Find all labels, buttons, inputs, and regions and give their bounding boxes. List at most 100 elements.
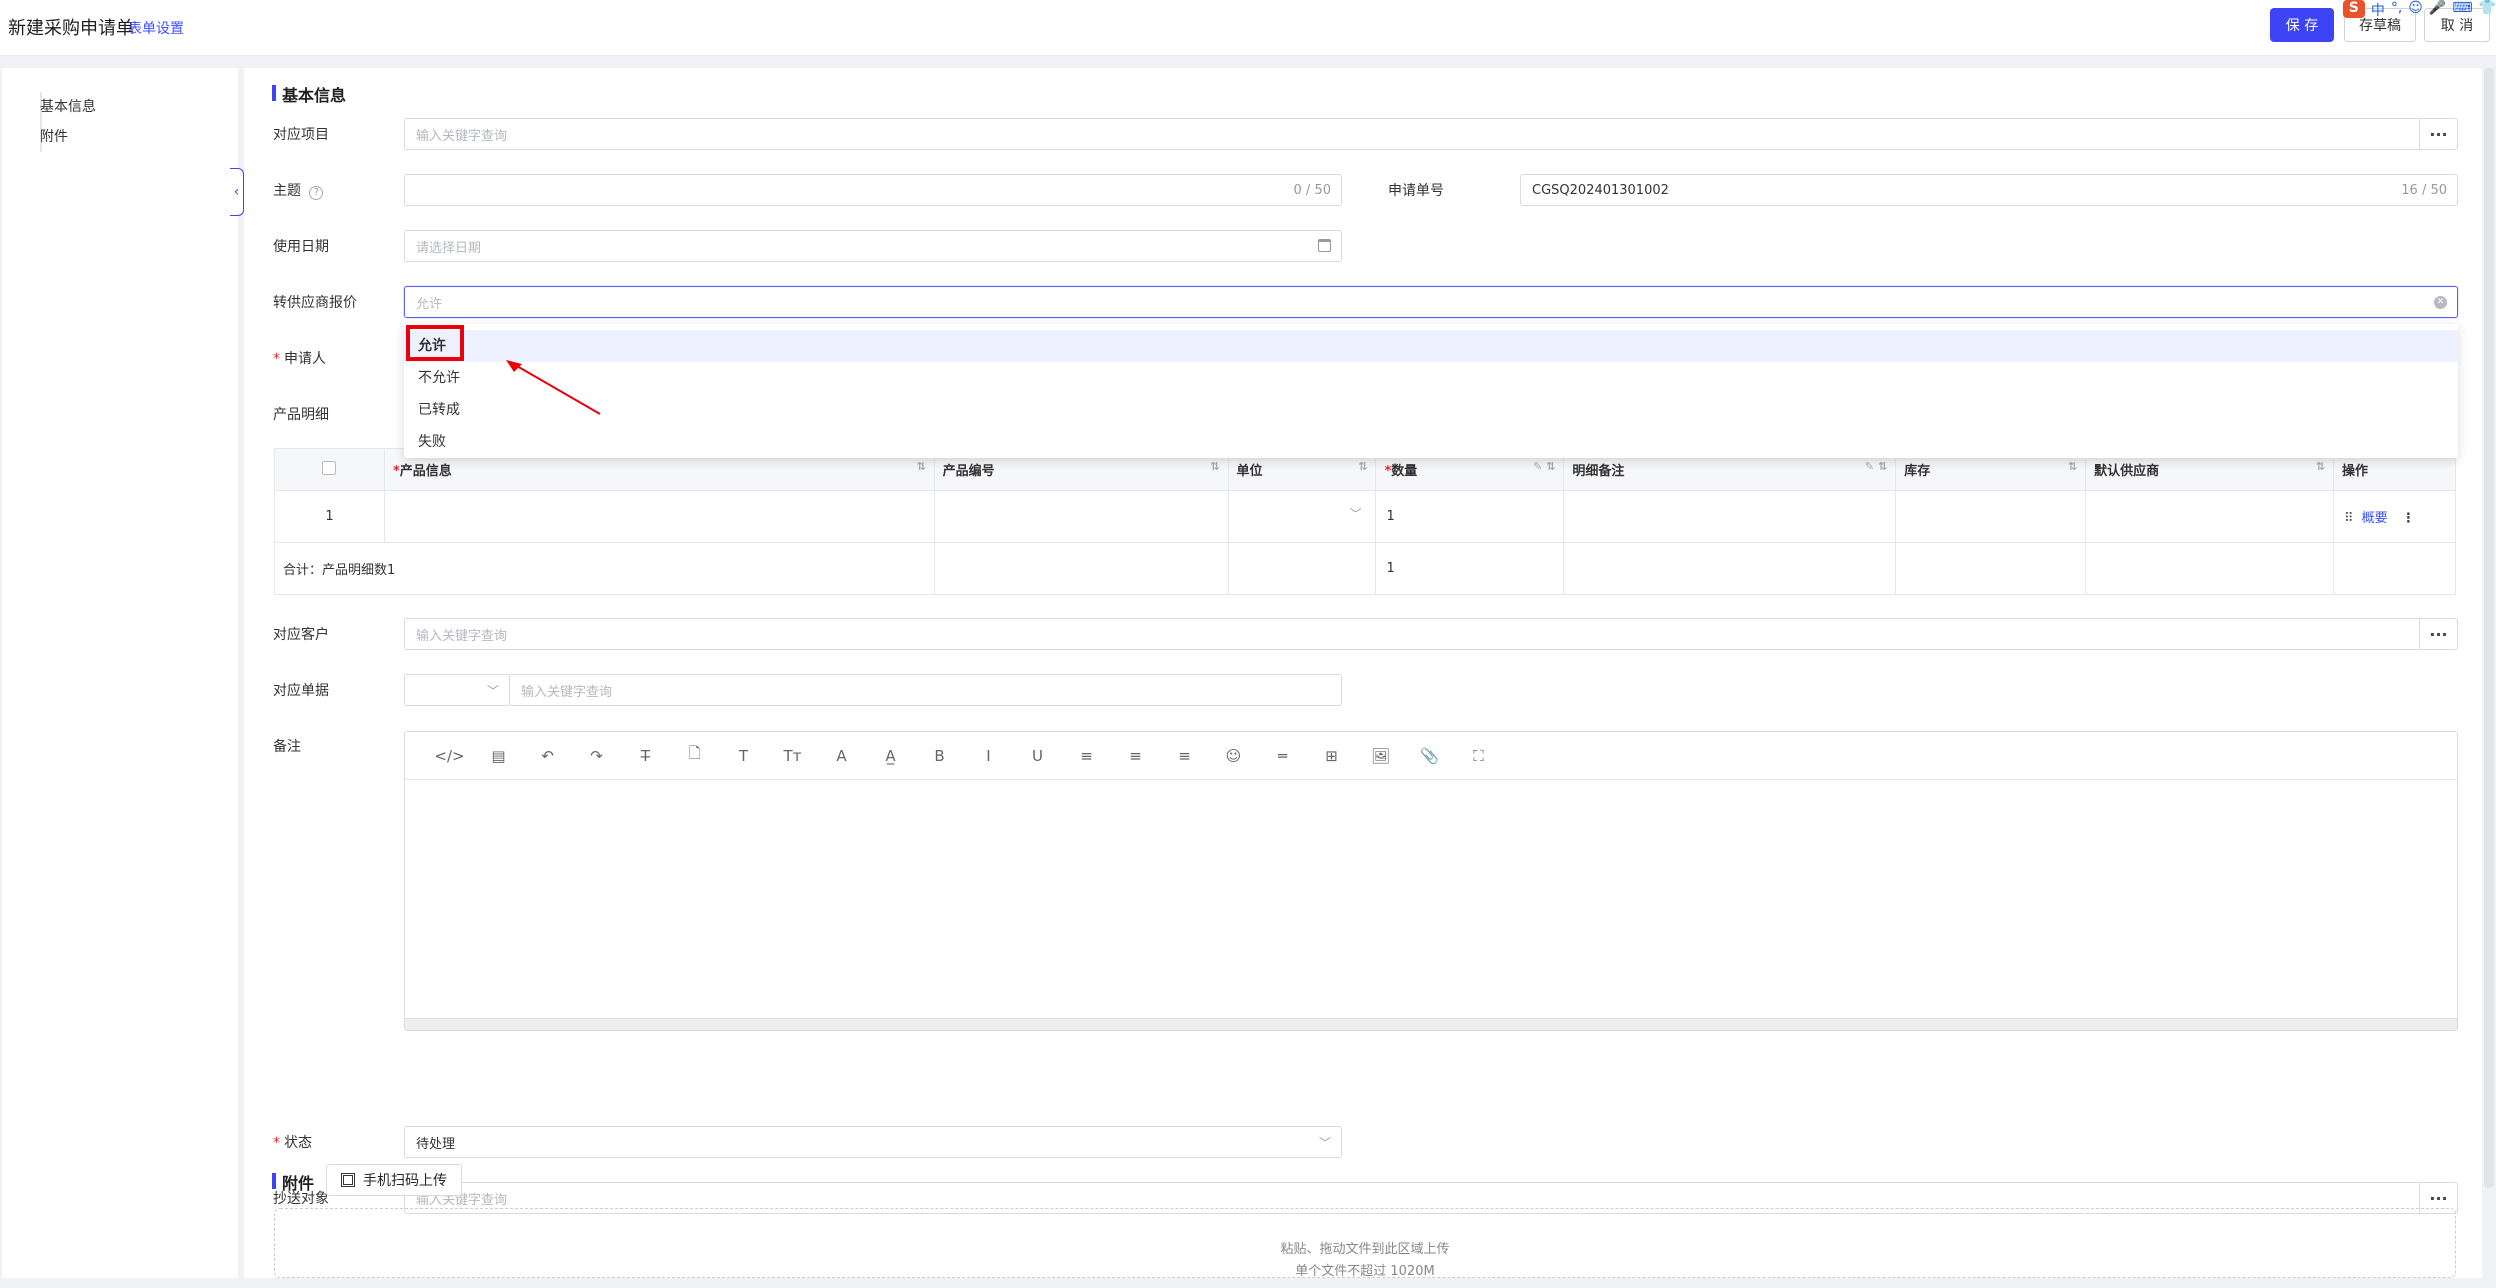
- sort-icon[interactable]: ✎ ⇅: [1865, 460, 1887, 473]
- align-right-icon[interactable]: ≡: [1160, 747, 1209, 765]
- paste-text-icon[interactable]: 🗋: [670, 743, 719, 768]
- sort-icon[interactable]: ⇅: [916, 460, 925, 473]
- status-select[interactable]: 待处理 ﹀: [404, 1126, 1342, 1158]
- background-color-icon[interactable]: A̲: [866, 747, 915, 765]
- align-left-icon[interactable]: ≡: [1062, 747, 1111, 765]
- more-vertical-icon[interactable]: ⋮: [2402, 511, 2415, 526]
- drop-hint-line1: 粘贴、拖动文件到此区域上传: [1280, 1242, 1450, 1257]
- calendar-icon[interactable]: [1318, 239, 1331, 252]
- sort-icon[interactable]: ⇅: [2068, 460, 2077, 473]
- actions-cell: ⠿ 概要 ⋮: [2332, 490, 2457, 543]
- project-input[interactable]: 输入关键字查询 ···: [404, 118, 2458, 150]
- sort-icon[interactable]: ⇅: [1210, 460, 1219, 473]
- scan-upload-label: 手机扫码上传: [363, 1173, 447, 1189]
- document-placeholder: 输入关键字查询: [521, 684, 613, 700]
- col-unit-label: 单位: [1236, 464, 1263, 479]
- project-label: 对应项目: [273, 127, 329, 143]
- project-placeholder: 输入关键字查询: [416, 128, 508, 144]
- select-all-checkbox[interactable]: [322, 460, 337, 475]
- page-scrollbar[interactable]: [2484, 68, 2494, 1188]
- table-footer-row: 合计：产品明细数1 1: [274, 542, 2457, 595]
- drop-hint-line2: 单个文件不超过 1020M: [1295, 1264, 1435, 1279]
- apply-no-input[interactable]: CGSQ202401301002 16 / 50: [1520, 174, 2458, 206]
- remark-rich-editor[interactable]: </> ▤ ↶ ↷ T̶ 🗋 T Tт A A̲ B I U ≡ ≡ ≡ ☺ ═…: [404, 731, 2458, 1031]
- document-input[interactable]: 输入关键字查询: [509, 674, 1342, 706]
- skin-icon[interactable]: 👕: [2479, 0, 2496, 18]
- document-type-select[interactable]: ﹀: [404, 674, 510, 706]
- customer-more-button[interactable]: ···: [2419, 618, 2457, 650]
- template-icon[interactable]: ▤: [474, 747, 523, 765]
- product-info-cell[interactable]: [383, 490, 935, 543]
- apply-no-value: CGSQ202401301002: [1532, 182, 1669, 198]
- collapse-sidebar-icon[interactable]: ‹: [230, 168, 244, 216]
- source-code-icon[interactable]: </>: [425, 747, 474, 765]
- keyboard-icon[interactable]: ⌨: [2452, 0, 2472, 18]
- strikethrough-icon[interactable]: T̶: [621, 747, 670, 765]
- image-icon[interactable]: 🖼: [1356, 747, 1405, 765]
- attachment-icon[interactable]: 📎: [1405, 747, 1454, 765]
- col-stock-label: 库存: [1904, 464, 1931, 479]
- font-size-icon[interactable]: Tт: [768, 747, 817, 765]
- drag-handle-icon[interactable]: ⠿: [2344, 511, 2354, 526]
- fullscreen-icon[interactable]: ⛶: [1454, 747, 1503, 765]
- editor-scrollbar[interactable]: [405, 1018, 2457, 1030]
- sort-icon[interactable]: ✎ ⇅: [1533, 460, 1555, 473]
- project-more-button[interactable]: ···: [2419, 118, 2457, 150]
- remark-label: 备注: [273, 739, 301, 755]
- quantity-cell[interactable]: 1: [1375, 490, 1565, 543]
- mic-icon[interactable]: 🎤: [2429, 0, 2446, 18]
- unit-cell[interactable]: ﹀: [1227, 490, 1377, 543]
- font-icon[interactable]: T: [719, 747, 768, 765]
- punctuation-icon[interactable]: °,: [2391, 0, 2402, 18]
- emoji-icon[interactable]: ☺: [1209, 747, 1258, 765]
- sidebar-item-attachment[interactable]: 附件: [40, 122, 96, 152]
- detail-remark-cell[interactable]: [1563, 490, 1897, 543]
- save-button[interactable]: 保 存: [2270, 8, 2334, 42]
- option-disallow[interactable]: 不允许: [404, 362, 2458, 394]
- option-converted[interactable]: 已转成: [404, 394, 2458, 426]
- chevron-down-icon[interactable]: ﹀: [487, 682, 499, 699]
- products-label: 产品明细: [273, 407, 329, 423]
- emoji-icon[interactable]: ☺: [2408, 0, 2423, 18]
- form-settings-link[interactable]: 表单设置: [128, 18, 184, 38]
- chinese-mode-icon[interactable]: 中: [2371, 0, 2385, 19]
- overview-link[interactable]: 概要: [2362, 511, 2388, 526]
- redo-icon[interactable]: ↷: [572, 747, 621, 765]
- empty-cell: [1895, 542, 2087, 595]
- horizontal-rule-icon[interactable]: ═: [1258, 747, 1307, 765]
- option-allow[interactable]: 允许: [404, 330, 2458, 362]
- align-center-icon[interactable]: ≡: [1111, 747, 1160, 765]
- underline-icon[interactable]: U: [1013, 747, 1062, 765]
- chevron-down-icon[interactable]: ﹀: [1319, 1134, 1331, 1151]
- scan-upload-button[interactable]: 手机扫码上传: [326, 1164, 462, 1196]
- file-drop-zone[interactable]: 粘贴、拖动文件到此区域上传 单个文件不超过 1020M: [274, 1208, 2456, 1279]
- supplier-quote-select[interactable]: 允许 ✕: [404, 286, 2458, 318]
- ime-toolbar[interactable]: S 中 °, ☺ 🎤 ⌨ 👕: [2342, 0, 2496, 19]
- col-product-info-label: 产品信息: [399, 464, 452, 479]
- option-failed[interactable]: 失败: [404, 426, 2458, 458]
- table-icon[interactable]: ⊞: [1307, 747, 1356, 765]
- default-supplier-cell: [2085, 490, 2334, 543]
- status-label: * 状态: [273, 1135, 312, 1151]
- highlight-box: [406, 325, 464, 361]
- subject-char-count: 0 / 50: [1293, 182, 1331, 198]
- italic-icon[interactable]: I: [964, 747, 1013, 765]
- help-icon[interactable]: ?: [309, 186, 324, 200]
- customer-input[interactable]: 输入关键字查询 ···: [404, 618, 2458, 650]
- font-color-icon[interactable]: A: [817, 747, 866, 765]
- empty-cell: [1227, 542, 1377, 595]
- col-detail-remark-label: 明细备注: [1572, 464, 1625, 479]
- sogou-icon[interactable]: S: [2342, 0, 2365, 18]
- clear-icon[interactable]: ✕: [2434, 296, 2447, 309]
- anchor-sidebar: 基本信息 附件 ‹: [2, 68, 244, 1278]
- sort-icon[interactable]: ⇅: [1358, 460, 1367, 473]
- sidebar-item-basic-info[interactable]: 基本信息: [40, 92, 96, 122]
- date-picker[interactable]: 请选择日期: [404, 230, 1342, 262]
- form-panel: 基本信息 对应项目 输入关键字查询 ··· 主题 ? 0 / 50 申请单号 C…: [244, 68, 2482, 1278]
- sort-icon[interactable]: ⇅: [2316, 460, 2325, 473]
- status-label-text: 状态: [284, 1135, 312, 1151]
- undo-icon[interactable]: ↶: [523, 747, 572, 765]
- bold-icon[interactable]: B: [915, 747, 964, 765]
- chevron-down-icon[interactable]: ﹀: [1349, 505, 1361, 522]
- subject-input[interactable]: 0 / 50: [404, 174, 1342, 206]
